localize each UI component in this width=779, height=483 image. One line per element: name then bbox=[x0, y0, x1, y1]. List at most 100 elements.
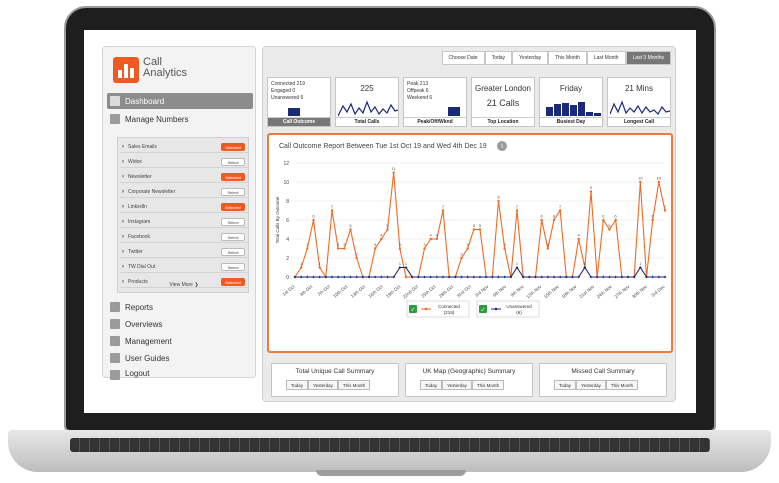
data-point bbox=[299, 275, 303, 279]
select-button[interactable]: Select bbox=[221, 218, 245, 226]
chevron-right-icon: › bbox=[122, 263, 124, 270]
data-label: 5 bbox=[349, 223, 352, 228]
x-tick-label: 22nd Oct bbox=[402, 283, 420, 299]
y-tick-label: 6 bbox=[286, 218, 289, 224]
chart-svg: Total Calls By Outcome0246810121st Oct 4t… bbox=[275, 161, 667, 318]
card-total-calls[interactable]: 225 Total Calls bbox=[335, 77, 399, 127]
data-point bbox=[367, 275, 371, 279]
select-button[interactable]: Select bbox=[221, 263, 245, 271]
data-point bbox=[601, 275, 605, 279]
legend-label: Connected bbox=[438, 304, 460, 309]
number-item[interactable]: › Facebook Select bbox=[120, 231, 248, 243]
x-tick-label: 24th Nov bbox=[596, 283, 614, 299]
data-label: 4 bbox=[430, 233, 433, 238]
nav-user-guides[interactable]: User Guides bbox=[107, 350, 253, 366]
data-label: 7 bbox=[559, 204, 562, 209]
y-tick-label: 12 bbox=[283, 161, 289, 167]
data-point bbox=[361, 275, 365, 279]
date-filter-3[interactable]: This Month bbox=[548, 51, 587, 65]
card-longest-call[interactable]: 21 Mins Longest Call bbox=[607, 77, 671, 127]
number-label: Products bbox=[128, 278, 148, 285]
nav-dashboard[interactable]: Dashboard bbox=[107, 93, 253, 109]
nav-logout[interactable]: Logout bbox=[107, 367, 253, 380]
select-button[interactable]: Select bbox=[221, 233, 245, 241]
summary-tab[interactable]: Yesterday bbox=[442, 380, 472, 390]
date-filter-0[interactable]: Choose Date bbox=[441, 51, 485, 65]
summary-tab[interactable]: This Month bbox=[605, 380, 639, 390]
summary-tab[interactable]: Today bbox=[420, 380, 443, 390]
data-point bbox=[312, 275, 315, 279]
chevron-right-icon: › bbox=[122, 203, 124, 210]
select-button[interactable]: Selected bbox=[221, 278, 245, 286]
number-item[interactable]: › Widox Select bbox=[120, 156, 248, 168]
keyboard bbox=[70, 438, 710, 452]
select-button[interactable]: Selected bbox=[221, 143, 245, 151]
data-point bbox=[423, 247, 426, 250]
card-peak[interactable]: Peak 213 Offpeak 6 Weekend 6 Peak/Off/Wk… bbox=[403, 77, 467, 127]
card-busiest-day[interactable]: Friday Busiest Day bbox=[539, 77, 603, 127]
summary-panel: UK Map (Geographic) Summary Today Yesterda… bbox=[405, 363, 533, 397]
number-item[interactable]: › LinkedIn Selected bbox=[120, 201, 248, 213]
number-item[interactable]: › TW Dial Out Select bbox=[120, 261, 248, 273]
data-label: 3 bbox=[399, 242, 402, 247]
card-call-outcome[interactable]: Connected 219 Engaged 0 Unanswered 6 Cal… bbox=[267, 77, 331, 127]
data-point bbox=[441, 275, 445, 279]
select-button[interactable]: Select bbox=[221, 158, 245, 166]
summary-title: UK Map (Geographic) Summary bbox=[422, 368, 516, 375]
x-tick-label: 1st Oct bbox=[282, 283, 297, 296]
date-filter-5[interactable]: Last 3 Months bbox=[625, 51, 671, 65]
data-point bbox=[552, 218, 556, 222]
data-label: 2 bbox=[356, 252, 359, 257]
numbers-list: View More ❯ › Sales Emails Selected › Widox S… bbox=[117, 137, 249, 293]
summary-tab[interactable]: Yesterday bbox=[576, 380, 606, 390]
card-top-location[interactable]: Greater London 21 Calls Top Location bbox=[471, 77, 535, 127]
x-tick-label: 4th Oct bbox=[299, 283, 314, 297]
x-tick-label: 15th Nov bbox=[543, 283, 561, 299]
number-item[interactable]: › Twitter Select bbox=[120, 246, 248, 258]
chevron-right-icon: › bbox=[122, 173, 124, 180]
data-label: 6 bbox=[615, 214, 618, 219]
nav-overviews[interactable]: Overviews bbox=[107, 316, 253, 332]
summary-tab[interactable]: Today bbox=[554, 380, 577, 390]
nav-reports[interactable]: Reports bbox=[107, 299, 253, 315]
number-item[interactable]: › Instagram Select bbox=[120, 216, 248, 228]
data-point bbox=[540, 218, 543, 222]
number-label: Instagram bbox=[128, 218, 151, 225]
select-button[interactable]: Selected bbox=[221, 203, 245, 211]
date-filter-4[interactable]: Last Month bbox=[586, 51, 626, 65]
select-button[interactable]: Select bbox=[221, 248, 245, 256]
data-point bbox=[490, 275, 494, 279]
nav-management[interactable]: Management bbox=[107, 333, 253, 349]
date-filter-2[interactable]: Yesterday bbox=[512, 51, 549, 65]
summary-tab[interactable]: Today bbox=[286, 380, 309, 390]
date-filter-1[interactable]: Today bbox=[484, 51, 513, 65]
summary-tab[interactable]: This Month bbox=[471, 380, 505, 390]
select-button[interactable]: Select bbox=[221, 188, 245, 196]
info-icon[interactable]: i bbox=[497, 141, 507, 151]
summary-tab[interactable]: Yesterday bbox=[308, 380, 338, 390]
data-point bbox=[472, 275, 476, 279]
data-label: 10 bbox=[638, 176, 643, 181]
nav-manage-numbers[interactable]: Manage Numbers bbox=[107, 111, 253, 127]
data-point bbox=[546, 275, 550, 279]
data-point bbox=[423, 275, 426, 279]
laptop-notch bbox=[316, 470, 466, 476]
data-label: 6 bbox=[541, 214, 544, 219]
x-tick-label: 10th Oct bbox=[332, 283, 349, 298]
number-item[interactable]: › Newsletter Selected bbox=[120, 171, 248, 183]
data-point bbox=[373, 247, 377, 250]
search-icon bbox=[110, 319, 120, 329]
select-button[interactable]: Selected bbox=[221, 173, 245, 181]
number-item[interactable]: › Corporate Newsletter Select bbox=[120, 186, 248, 198]
chevron-right-icon: › bbox=[122, 233, 124, 240]
number-item[interactable]: › Sales Emails Selected bbox=[120, 141, 248, 153]
number-item[interactable]: › Products Selected bbox=[120, 276, 248, 288]
x-tick-label: 12th Nov bbox=[525, 283, 543, 299]
data-point bbox=[336, 247, 340, 250]
summary-tab[interactable]: This Month bbox=[337, 380, 371, 390]
chevron-right-icon: › bbox=[122, 218, 124, 225]
peak-bar bbox=[448, 107, 460, 116]
data-point bbox=[639, 180, 642, 184]
data-label: 5 bbox=[479, 223, 482, 228]
data-point bbox=[336, 275, 340, 279]
